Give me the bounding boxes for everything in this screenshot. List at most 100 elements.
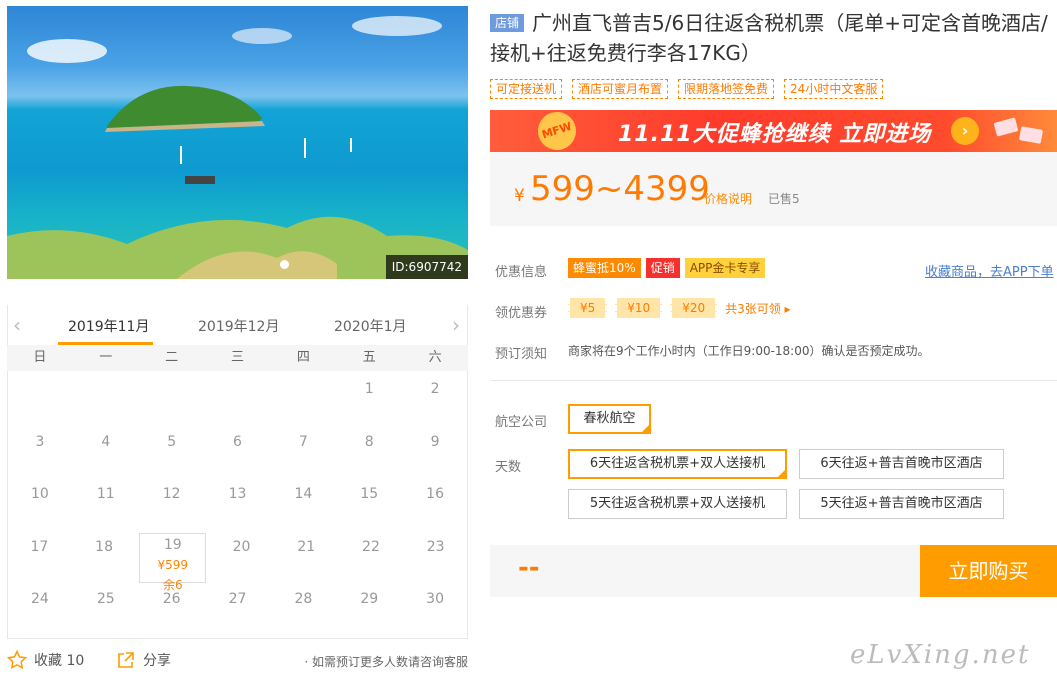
carousel-dot[interactable] xyxy=(280,260,289,269)
calendar-day: 26 xyxy=(162,591,181,607)
calendar-day: 18 xyxy=(95,538,113,555)
coupon-20[interactable]: ¥20 xyxy=(670,298,718,318)
promotion-badges: 蜂蜜抵10% 促销 APP金卡专享 xyxy=(568,258,766,278)
days-option-6d-flight[interactable]: 6天往返含税机票+双人送接机 xyxy=(568,449,787,479)
weekday-label: 六 xyxy=(428,350,442,365)
favorite-button[interactable]: 收藏 10 xyxy=(7,650,84,670)
island-scene-illustration xyxy=(7,16,468,279)
total-price: -- xyxy=(518,553,540,583)
feature-tag: 24小时中文客服 xyxy=(784,79,884,99)
calendar-week-row: 1 2 xyxy=(7,375,468,428)
weekday-label: 三 xyxy=(231,350,245,365)
favorite-app-link[interactable]: 收藏商品，去APP下单 xyxy=(925,261,1054,280)
product-id-label: ID:6907742 xyxy=(385,255,468,279)
days-option-5d-hotel[interactable]: 5天往返+普吉首晚市区酒店 xyxy=(799,489,1004,519)
promo-badge-app: APP金卡专享 xyxy=(684,258,766,278)
calendar-day: 6 xyxy=(233,433,242,450)
days-option-5d-flight[interactable]: 5天往返含税机票+双人送接机 xyxy=(568,489,787,519)
calendar-day xyxy=(205,375,271,428)
feature-tag: 限期落地签免费 xyxy=(678,79,775,99)
calendar-day: 14 xyxy=(294,486,313,502)
airline-label: 航空公司 xyxy=(495,415,548,430)
weekday-label: 五 xyxy=(362,350,376,365)
calendar-day: 23 xyxy=(426,538,445,555)
calendar-day: 21 xyxy=(297,538,316,555)
calendar-day xyxy=(73,375,139,428)
price-explain-link[interactable]: 价格说明 xyxy=(704,190,752,207)
calendar-day: 17 xyxy=(30,538,49,555)
currency-symbol: ¥ xyxy=(514,186,525,206)
buy-now-button[interactable]: 立即购买 xyxy=(920,545,1057,597)
red-envelope-icon xyxy=(1018,126,1044,144)
watermark: eLvXing.net xyxy=(850,640,1031,670)
calendar-day: 15 xyxy=(360,486,379,502)
calendar-day: 1 xyxy=(364,381,374,397)
calendar-day: 30 xyxy=(426,591,444,607)
promo-badge-sale: 促销 xyxy=(645,258,680,278)
booking-notice-text: 商家将在9个工作小时内（工作日9:00-18:00）确认是否预定成功。 xyxy=(568,344,930,358)
sold-count: 已售5 xyxy=(768,192,800,206)
calendar-week-row: 24 25 26 27 28 29 30 xyxy=(7,585,468,638)
day-number: 19 xyxy=(163,536,182,553)
calendar-day: 4 xyxy=(101,433,111,450)
weekday-label: 二 xyxy=(165,350,179,365)
share-icon xyxy=(118,651,134,668)
days-label: 天数 xyxy=(495,460,522,475)
weekday-label: 一 xyxy=(99,350,113,365)
calendar-day: 28 xyxy=(294,591,313,607)
more-coupons-link[interactable]: 共3张可领 ▸ xyxy=(725,300,790,317)
feature-tag: 酒店可蜜月布置 xyxy=(572,79,669,99)
coupon-10[interactable]: ¥10 xyxy=(615,298,663,318)
promo-banner[interactable]: MFW 11.11大促蜂抢继续 立即进场 › xyxy=(490,110,1057,152)
calendar-day: 13 xyxy=(228,486,247,502)
calendar-week-row: 10 11 12 13 14 15 16 xyxy=(7,480,468,533)
favorite-count: 收藏 10 xyxy=(34,653,85,669)
calendar-day: 22 xyxy=(362,538,380,555)
coupon-5[interactable]: ¥5 xyxy=(568,298,608,318)
coupon-list: ¥5 ¥10 ¥20 共3张可领 ▸ xyxy=(568,298,791,318)
weekday-label: 四 xyxy=(296,350,310,365)
promo-badge-honey: 蜂蜜抵10% xyxy=(568,258,641,278)
feature-tag: 可定接送机 xyxy=(490,79,563,99)
calendar-day: 16 xyxy=(426,486,444,502)
calendar-day: 8 xyxy=(364,433,374,450)
weekday-label: 日 xyxy=(33,350,47,365)
section-divider xyxy=(490,380,1057,381)
calendar-days: 1 2 3 4 5 6 7 8 9 10 11 12 13 14 15 16 1… xyxy=(7,375,468,638)
share-label: 分享 xyxy=(143,653,171,669)
mfw-badge: MFW xyxy=(533,110,581,152)
calendar-day: 24 xyxy=(31,591,49,607)
calendar-day: 29 xyxy=(360,591,379,607)
product-title-text: 广州直飞普吉5/6日往返含税机票（尾单+可定含首晚酒店/接机+往返免费行李各17… xyxy=(490,11,1048,65)
calendar-day: 27 xyxy=(228,591,247,607)
share-button[interactable]: 分享 xyxy=(116,650,171,670)
days-option-6d-hotel[interactable]: 6天往返+普吉首晚市区酒店 xyxy=(799,449,1004,479)
promotions-label: 优惠信息 xyxy=(495,265,548,280)
shop-badge: 店铺 xyxy=(490,14,525,32)
calendar-day: 20 xyxy=(232,538,251,555)
calendar-day: 25 xyxy=(96,591,115,607)
calendar-day: 7 xyxy=(298,433,308,450)
price-range: 599~4399 xyxy=(530,169,710,209)
star-icon xyxy=(7,650,27,669)
calendar-day xyxy=(7,375,73,428)
coupons-label: 领优惠券 xyxy=(495,306,548,321)
calendar-week-row: 17 18 19 ¥599 余6 20 21 22 23 xyxy=(7,532,468,592)
airline-option-spring[interactable]: 春秋航空 xyxy=(568,404,651,434)
booking-notice-label: 预订须知 xyxy=(495,347,548,362)
calendar-day: 11 xyxy=(96,486,115,502)
calendar-day: 9 xyxy=(430,433,440,450)
calendar-day-available[interactable]: 19 ¥599 余6 xyxy=(139,532,207,592)
contact-note: · 如需预订更多人数请咨询客服 xyxy=(304,655,468,669)
calendar-day: 10 xyxy=(31,486,49,502)
product-title: 店铺 广州直飞普吉5/6日往返含税机票（尾单+可定含首晚酒店/接机+往返免费行李各… xyxy=(490,8,1055,68)
left-footer: 收藏 10 分享 · 如需预订更多人数请咨询客服 xyxy=(7,650,468,672)
calendar-day: 2 xyxy=(430,381,440,397)
price-box: ¥ 599~4399 价格说明 已售5 xyxy=(490,152,1057,226)
calendar-day: 5 xyxy=(167,433,177,450)
product-photo[interactable]: ID:6907742 xyxy=(7,6,468,279)
calendar-day: 3 xyxy=(35,433,45,450)
calendar-day xyxy=(139,375,205,428)
calendar-day: 12 xyxy=(162,486,181,502)
calendar-week-row: 3 4 5 6 7 8 9 xyxy=(7,428,468,481)
